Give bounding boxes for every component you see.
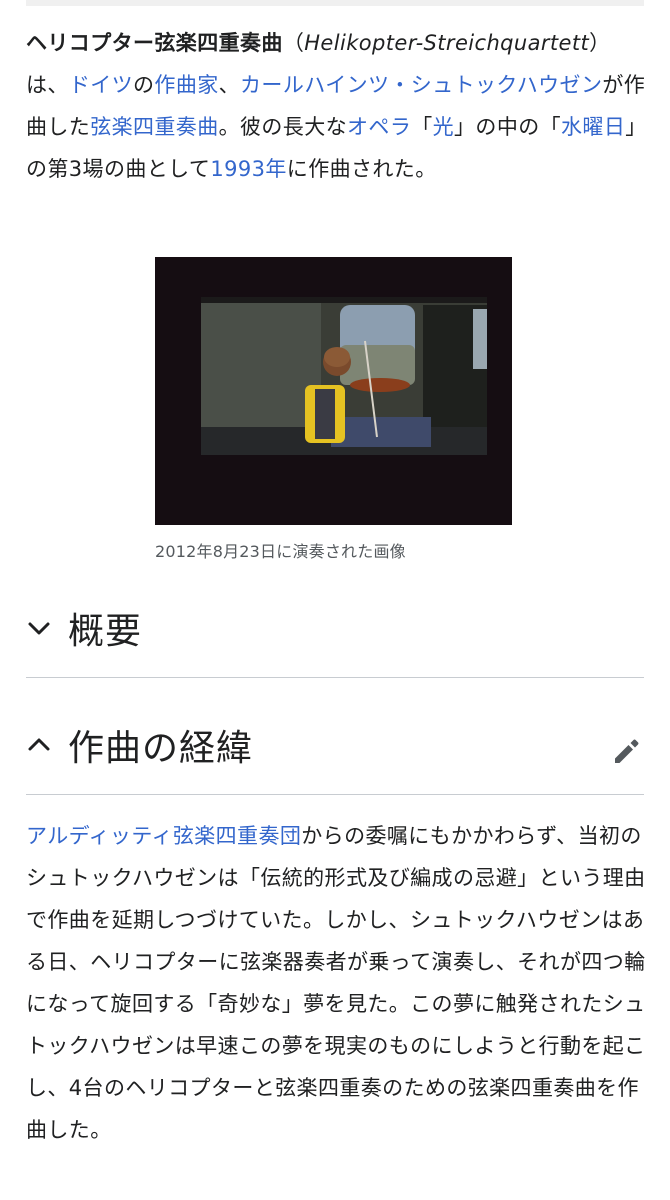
link-arditti-quartet[interactable]: アルディッティ弦楽四重奏団 [26, 824, 301, 848]
edit-section-button[interactable] [610, 734, 644, 768]
section-history-header[interactable]: 作曲の経緯 [26, 715, 646, 775]
section-overview-header[interactable]: 概要 [26, 598, 646, 658]
lead-paragraph: ヘリコプター弦楽四重奏曲（Helikopter-Streichquartett）… [26, 22, 646, 190]
history-paragraph: アルディッティ弦楽四重奏団からの委嘱にもかかわらず、当初のシュトックハウゼンは「… [26, 815, 646, 1151]
link-year-1993[interactable]: 1993年 [210, 157, 286, 181]
section-divider [26, 794, 644, 795]
text-segment: 、 [218, 73, 241, 97]
text-segment: に作曲された。 [286, 157, 437, 181]
link-string-quartet[interactable]: 弦楽四重奏曲 [90, 115, 218, 139]
link-stockhausen[interactable]: カールハインツ・シュトックハウゼン [240, 73, 602, 97]
text-segment: 」の中の「 [454, 115, 562, 139]
chevron-down-icon [28, 622, 50, 635]
article-title-bold: ヘリコプター弦楽四重奏曲 [26, 31, 283, 55]
link-wednesday[interactable]: 水曜日 [561, 115, 625, 139]
history-text: からの委嘱にもかかわらず、当初のシュトックハウゼンは「伝統的形式及び編成の忌避」… [26, 824, 646, 1142]
section-title-history: 作曲の経緯 [68, 728, 254, 769]
paren-open: （ [282, 31, 305, 55]
article-page: ヘリコプター弦楽四重奏曲（Helikopter-Streichquartett）… [0, 0, 670, 1200]
top-divider [26, 0, 644, 6]
performance-photo[interactable] [155, 257, 512, 525]
section-title-overview: 概要 [68, 611, 143, 652]
text-segment: の [133, 73, 155, 97]
link-licht[interactable]: 光 [433, 115, 454, 139]
original-title: Helikopter-Streichquartett [304, 31, 590, 55]
section-divider [26, 677, 644, 678]
chevron-up-icon [28, 738, 50, 751]
pencil-icon [615, 739, 639, 763]
link-opera[interactable]: オペラ [347, 115, 411, 139]
figure-caption: 2012年8月23日に演奏された画像 [155, 542, 406, 561]
performance-photo-graphic [155, 257, 512, 525]
text-segment: 。彼の長大な [218, 115, 348, 139]
text-segment: 「 [411, 115, 433, 139]
link-germany[interactable]: ドイツ [69, 73, 133, 97]
link-composer[interactable]: 作曲家 [154, 73, 218, 97]
